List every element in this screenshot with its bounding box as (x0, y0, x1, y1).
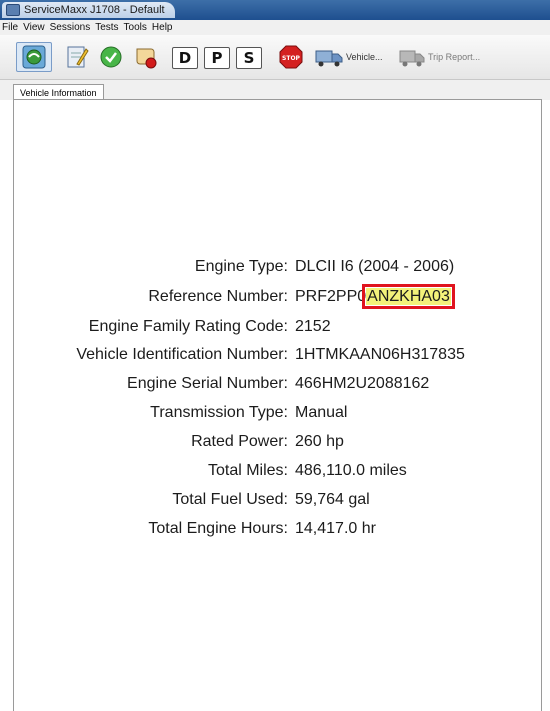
connect-icon (22, 45, 46, 69)
reference-number-label: Reference Number: (148, 288, 288, 305)
check-button[interactable] (96, 42, 126, 72)
truck-icon (315, 50, 343, 67)
trip-report-button[interactable]: Trip Report... (398, 42, 490, 72)
menu-view[interactable]: View (23, 22, 45, 33)
engine-type-value: DLCII I6 (2004 - 2006) (295, 258, 455, 275)
tab-vehicle-information[interactable]: Vehicle Information (13, 84, 104, 100)
total-fuel-used-label: Total Fuel Used: (172, 491, 288, 508)
menu-help[interactable]: Help (152, 22, 173, 33)
total-engine-hours-label: Total Engine Hours: (148, 520, 288, 537)
toolbar: D P S STOP Vehicle... Trip Report... (0, 35, 550, 80)
stop-button[interactable]: STOP (275, 42, 307, 72)
menu-sessions[interactable]: Sessions (50, 22, 91, 33)
connect-button[interactable] (16, 42, 52, 72)
transmission-type-value: Manual (295, 404, 348, 421)
menu-bar: File View Sessions Tests Tools Help (0, 20, 550, 35)
engine-family-rating-code-label: Engine Family Rating Code: (88, 318, 288, 335)
vehicle-button-label: Vehicle... (346, 52, 383, 62)
check-icon (100, 46, 122, 68)
notes-button[interactable] (62, 42, 92, 72)
info-row-rated-power: Rated Power: 260 hp (0, 433, 550, 457)
rated-power-label: Rated Power: (191, 433, 288, 450)
p-button[interactable]: P (204, 47, 230, 69)
reference-number-highlight: ANZKHA03 (362, 284, 455, 309)
vehicle-button[interactable]: Vehicle... (314, 42, 389, 72)
total-miles-label: Total Miles: (207, 462, 288, 479)
app-icon (6, 4, 20, 16)
transmission-type-label: Transmission Type: (150, 404, 288, 421)
notepad-icon (67, 46, 89, 68)
title-bar: ServiceMaxx J1708 - Default (0, 0, 550, 20)
engine-family-rating-code-value: 2152 (295, 318, 331, 335)
stop-icon: STOP (279, 45, 303, 69)
info-row-total-fuel-used: Total Fuel Used: 59,764 gal (0, 491, 550, 515)
engine-serial-number-label: Engine Serial Number: (127, 375, 288, 392)
vin-value: 1HTMKAAN06H317835 (295, 346, 465, 363)
info-row-total-miles: Total Miles: 486,110.0 miles (0, 462, 550, 486)
window-title: ServiceMaxx J1708 - Default (24, 4, 165, 16)
reference-number-value: PRF2PP0ANZKHA03 (295, 284, 455, 309)
info-row-vin: Vehicle Identification Number: 1HTMKAAN0… (0, 346, 550, 370)
total-fuel-used-value: 59,764 gal (295, 491, 370, 508)
app-window: ServiceMaxx J1708 - Default File View Se… (0, 0, 550, 711)
stop-icon-text: STOP (282, 55, 301, 62)
trip-report-button-label: Trip Report... (428, 52, 481, 62)
reference-number-prefix: PRF2PP0 (295, 288, 367, 305)
total-engine-hours-value: 14,417.0 hr (295, 520, 376, 537)
d-button[interactable]: D (172, 47, 198, 69)
info-row-reference-number: Reference Number: PRF2PP0ANZKHA03 (0, 284, 550, 312)
info-row-engine-type: Engine Type: DLCII I6 (2004 - 2006) (0, 258, 550, 282)
title-tab[interactable]: ServiceMaxx J1708 - Default (2, 2, 175, 18)
menu-tests[interactable]: Tests (95, 22, 118, 33)
info-row-transmission-type: Transmission Type: Manual (0, 404, 550, 428)
vin-label: Vehicle Identification Number: (76, 346, 288, 363)
engine-type-label: Engine Type: (194, 258, 288, 275)
rated-power-value: 260 hp (295, 433, 344, 450)
menu-tools[interactable]: Tools (124, 22, 147, 33)
menu-file[interactable]: File (2, 22, 18, 33)
tab-bar: Vehicle Information (0, 80, 550, 100)
trip-report-icon (399, 50, 425, 67)
info-row-total-engine-hours: Total Engine Hours: 14,417.0 hr (0, 520, 550, 544)
info-row-engine-serial-number: Engine Serial Number: 466HM2U2088162 (0, 375, 550, 399)
engine-serial-number-value: 466HM2U2088162 (295, 375, 430, 392)
s-button[interactable]: S (236, 47, 262, 69)
total-miles-value: 486,110.0 miles (295, 462, 407, 479)
record-button[interactable] (130, 42, 162, 72)
info-row-engine-family-rating-code: Engine Family Rating Code: 2152 (0, 318, 550, 342)
scroll-record-icon (136, 48, 157, 69)
